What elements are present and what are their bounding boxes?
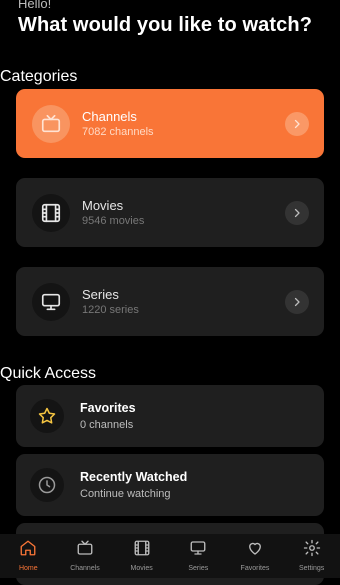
- heart-icon: [246, 539, 264, 562]
- category-count: 1220 series: [82, 304, 139, 316]
- nav-label: Channels: [70, 565, 100, 572]
- nav-movies[interactable]: Movies: [114, 534, 170, 572]
- quick-access-heading: Quick Access: [0, 365, 97, 382]
- tv-icon: [76, 539, 94, 562]
- nav-home[interactable]: Home: [0, 534, 56, 572]
- nav-favorites[interactable]: Favorites: [227, 534, 283, 572]
- film-icon: [133, 539, 151, 562]
- quick-access-recently-watched[interactable]: Recently Watched Continue watching: [16, 454, 324, 516]
- quick-access-favorites[interactable]: Favorites 0 channels: [16, 385, 324, 447]
- gear-icon: [303, 539, 321, 562]
- category-card-channels[interactable]: Channels 7082 channels: [16, 89, 324, 158]
- greeting-text: Hello!: [18, 0, 52, 11]
- star-icon: [30, 399, 64, 433]
- quick-access-title: Recently Watched: [80, 470, 188, 484]
- clock-icon: [30, 468, 64, 502]
- category-count: 7082 channels: [82, 126, 154, 138]
- category-count: 9546 movies: [82, 215, 145, 227]
- bottom-nav: Home Channels Movies Series Favorites Se…: [0, 534, 340, 578]
- categories-heading: Categories: [0, 68, 78, 85]
- tv-icon: [32, 104, 70, 143]
- quick-access-subtitle: Continue watching: [80, 488, 171, 500]
- nav-settings[interactable]: Settings: [284, 534, 340, 572]
- category-title: Movies: [82, 198, 124, 213]
- chevron-right-icon: [285, 111, 309, 136]
- chevron-right-icon: [285, 200, 309, 225]
- category-title: Channels: [82, 109, 137, 124]
- page-headline: What would you like to watch?: [18, 14, 313, 36]
- nav-label: Home: [18, 565, 38, 572]
- category-card-movies[interactable]: Movies 9546 movies: [16, 178, 324, 247]
- monitor-icon: [189, 539, 207, 562]
- nav-channels[interactable]: Channels: [57, 534, 113, 572]
- nav-label: Settings: [298, 565, 325, 572]
- quick-access-subtitle: 0 channels: [80, 419, 134, 431]
- nav-label: Movies: [130, 565, 153, 572]
- quick-access-title: Favorites: [80, 401, 136, 415]
- monitor-icon: [32, 282, 70, 321]
- nav-label: Series: [188, 565, 209, 572]
- nav-series[interactable]: Series: [170, 534, 226, 572]
- nav-label: Favorites: [240, 565, 270, 572]
- chevron-right-icon: [285, 289, 309, 314]
- home-icon: [19, 539, 37, 562]
- category-title: Series: [82, 287, 119, 302]
- category-card-series[interactable]: Series 1220 series: [16, 267, 324, 336]
- film-icon: [32, 193, 70, 232]
